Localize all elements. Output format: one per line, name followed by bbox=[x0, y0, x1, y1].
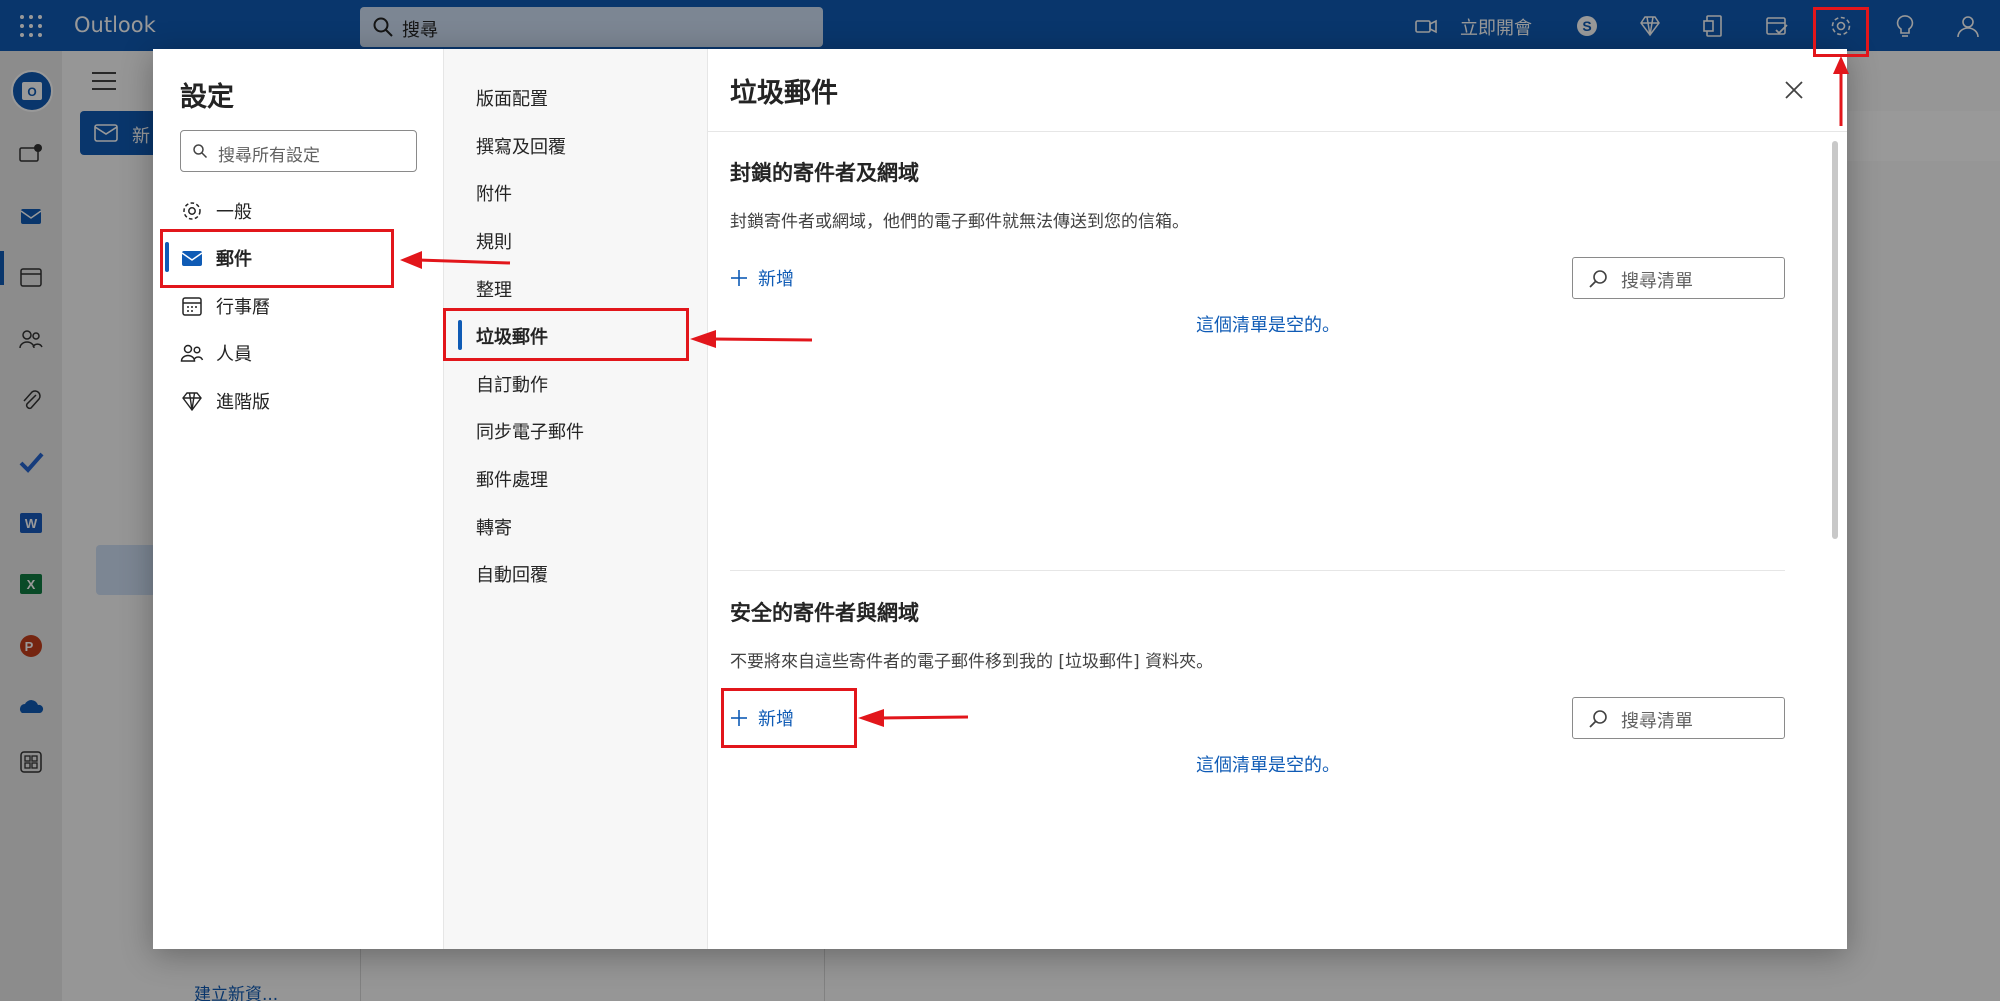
safe-search-input[interactable]: 搜尋清單 bbox=[1572, 697, 1785, 739]
blocked-search-input[interactable]: 搜尋清單 bbox=[1572, 257, 1785, 299]
settings-search-placeholder: 搜尋所有設定 bbox=[218, 146, 320, 166]
safe-empty-message: 這個清單是空的。 bbox=[1196, 755, 1340, 776]
settings-title: 設定 bbox=[180, 82, 234, 113]
gear-icon bbox=[180, 199, 204, 223]
subsection-auto-reply[interactable]: 自動回覆 bbox=[476, 561, 548, 587]
section-divider bbox=[730, 570, 1785, 571]
safe-search-placeholder: 搜尋清單 bbox=[1621, 711, 1693, 732]
junk-email-pane: 垃圾郵件 封鎖的寄件者及網域 封鎖寄件者或網域，他們的電子郵件就無法傳送到您的信… bbox=[708, 49, 1847, 949]
mail-category-highlight bbox=[160, 229, 394, 288]
safe-add-highlight bbox=[721, 688, 857, 748]
blocked-add-label: 新增 bbox=[758, 269, 794, 290]
category-general[interactable]: 一般 bbox=[180, 191, 400, 231]
category-label: 進階版 bbox=[216, 392, 270, 413]
pane-title: 垃圾郵件 bbox=[730, 78, 838, 109]
mail-subsections: 版面配置 撰寫及回覆 附件 規則 整理 垃圾郵件 自訂動作 同步電子郵件 郵件處… bbox=[443, 49, 708, 949]
diamond-icon bbox=[180, 389, 204, 413]
category-premium[interactable]: 進階版 bbox=[180, 381, 400, 421]
blocked-senders-heading: 封鎖的寄件者及網域 bbox=[730, 161, 919, 185]
settings-categories: 設定 搜尋所有設定 一般 郵件 行事曆 人員 進階版 bbox=[153, 49, 443, 949]
category-label: 人員 bbox=[216, 344, 252, 365]
category-label: 一般 bbox=[216, 202, 252, 223]
subsection-layout[interactable]: 版面配置 bbox=[476, 85, 548, 111]
plus-icon bbox=[731, 270, 747, 286]
subsection-message-handling[interactable]: 郵件處理 bbox=[476, 466, 548, 492]
settings-gear-highlight bbox=[1813, 7, 1869, 57]
blocked-empty-message: 這個清單是空的。 bbox=[1196, 315, 1340, 336]
blocked-search-placeholder: 搜尋清單 bbox=[1621, 271, 1693, 292]
subsection-sync-email[interactable]: 同步電子郵件 bbox=[476, 418, 584, 444]
subsection-forwarding[interactable]: 轉寄 bbox=[476, 514, 512, 540]
people-icon bbox=[180, 341, 204, 365]
blocked-senders-description: 封鎖寄件者或網域，他們的電子郵件就無法傳送到您的信箱。 bbox=[730, 212, 1189, 232]
search-icon bbox=[1589, 710, 1607, 728]
category-people[interactable]: 人員 bbox=[180, 333, 400, 373]
subsection-rules[interactable]: 規則 bbox=[476, 228, 512, 254]
subsection-customize-actions[interactable]: 自訂動作 bbox=[476, 371, 548, 397]
safe-senders-heading: 安全的寄件者與網域 bbox=[730, 601, 919, 625]
search-icon bbox=[193, 144, 208, 159]
close-icon[interactable] bbox=[1781, 77, 1807, 103]
calendar-icon bbox=[180, 294, 204, 318]
subsection-compose-reply[interactable]: 撰寫及回覆 bbox=[476, 133, 566, 159]
subsection-sweep[interactable]: 整理 bbox=[476, 276, 512, 302]
junk-email-highlight bbox=[443, 308, 689, 361]
settings-search-input[interactable]: 搜尋所有設定 bbox=[180, 130, 417, 172]
settings-dialog: 設定 搜尋所有設定 一般 郵件 行事曆 人員 進階版 版面配置 撰寫及回覆 附件… bbox=[153, 49, 1847, 949]
scrollbar[interactable] bbox=[1832, 141, 1838, 539]
category-calendar[interactable]: 行事曆 bbox=[180, 286, 400, 326]
safe-senders-description: 不要將來自這些寄件者的電子郵件移到我的 [垃圾郵件] 資料夾。 bbox=[730, 652, 1214, 672]
search-icon bbox=[1589, 270, 1607, 288]
blocked-add-button[interactable]: 新增 bbox=[730, 265, 794, 291]
category-label: 行事曆 bbox=[216, 297, 270, 318]
subsection-attachments[interactable]: 附件 bbox=[476, 180, 512, 206]
pane-divider bbox=[708, 131, 1847, 132]
